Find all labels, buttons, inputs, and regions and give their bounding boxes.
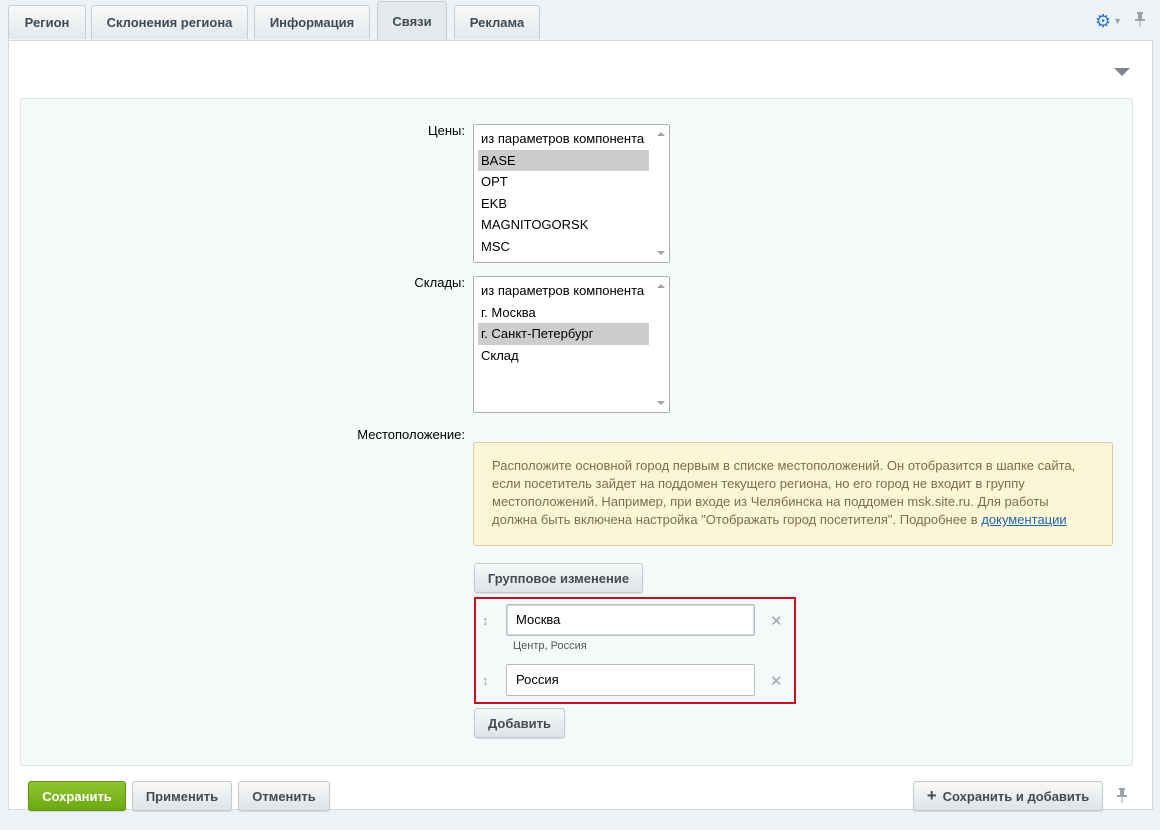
close-icon[interactable]: ✕ bbox=[770, 612, 783, 630]
drag-handle-icon[interactable]: ↕ bbox=[482, 673, 489, 688]
list-option[interactable]: г. Москва bbox=[474, 302, 649, 324]
location-notice: Расположите основной город первым в спис… bbox=[473, 442, 1113, 546]
list-option[interactable]: MSC bbox=[474, 236, 649, 258]
close-icon[interactable]: ✕ bbox=[770, 672, 783, 690]
tab-links[interactable]: Связи bbox=[377, 1, 447, 41]
tab-region[interactable]: Регион bbox=[8, 5, 86, 39]
location-label: Местоположение: bbox=[357, 427, 465, 442]
tab-advertising[interactable]: Реклама bbox=[454, 5, 540, 39]
scroll-down-icon[interactable] bbox=[657, 251, 665, 255]
scrollbar[interactable] bbox=[652, 125, 669, 262]
tab-region-declensions[interactable]: Склонения региона bbox=[91, 5, 248, 39]
list-option-selected[interactable]: BASE bbox=[478, 149, 649, 171]
scroll-up-icon[interactable] bbox=[657, 284, 665, 288]
location-input[interactable]: Россия bbox=[506, 664, 755, 696]
pin-icon[interactable] bbox=[1134, 11, 1146, 30]
apply-button[interactable]: Применить bbox=[132, 781, 232, 811]
prices-listbox[interactable]: из параметров компонента BASE OPT EKB MA… bbox=[473, 124, 670, 263]
group-edit-button[interactable]: Групповое изменение bbox=[474, 563, 643, 593]
add-location-button[interactable]: Добавить bbox=[474, 708, 565, 738]
list-option-selected[interactable]: г. Санкт-Петербург bbox=[478, 323, 649, 345]
list-option[interactable]: из параметров компонента bbox=[474, 128, 649, 150]
prices-label: Цены: bbox=[428, 123, 465, 138]
warehouses-listbox[interactable]: из параметров компонента г. Москва г. Са… bbox=[473, 276, 670, 413]
drag-handle-icon[interactable]: ↕ bbox=[482, 613, 489, 628]
top-icons: ⚙ ▼ bbox=[1095, 11, 1146, 30]
location-subtitle: Центр, Россия bbox=[513, 640, 587, 652]
cancel-button[interactable]: Отменить bbox=[238, 781, 330, 811]
gear-icon[interactable]: ⚙ bbox=[1095, 12, 1111, 30]
scroll-down-icon[interactable] bbox=[657, 401, 665, 405]
list-option[interactable]: MAGNITOGORSK bbox=[474, 214, 649, 236]
documentation-link[interactable]: документации bbox=[981, 512, 1066, 527]
save-and-add-button[interactable]: + Сохранить и добавить bbox=[913, 781, 1103, 811]
location-input[interactable]: Москва bbox=[506, 604, 755, 636]
chevron-down-icon[interactable]: ▼ bbox=[1113, 16, 1122, 26]
scroll-up-icon[interactable] bbox=[657, 132, 665, 136]
plus-icon: + bbox=[926, 786, 937, 805]
warehouses-label: Склады: bbox=[414, 275, 465, 290]
list-option[interactable]: EKB bbox=[474, 193, 649, 215]
save-and-add-label: Сохранить и добавить bbox=[942, 788, 1090, 804]
tab-information[interactable]: Информация bbox=[254, 5, 370, 39]
save-button[interactable]: Сохранить bbox=[28, 781, 126, 811]
list-option[interactable]: Склад bbox=[474, 345, 649, 367]
pin-icon[interactable] bbox=[1116, 787, 1128, 806]
collapse-toggle-icon[interactable] bbox=[1114, 68, 1130, 76]
list-option[interactable]: OPT bbox=[474, 171, 649, 193]
list-option[interactable]: из параметров компонента bbox=[474, 280, 649, 302]
scrollbar[interactable] bbox=[652, 277, 669, 412]
